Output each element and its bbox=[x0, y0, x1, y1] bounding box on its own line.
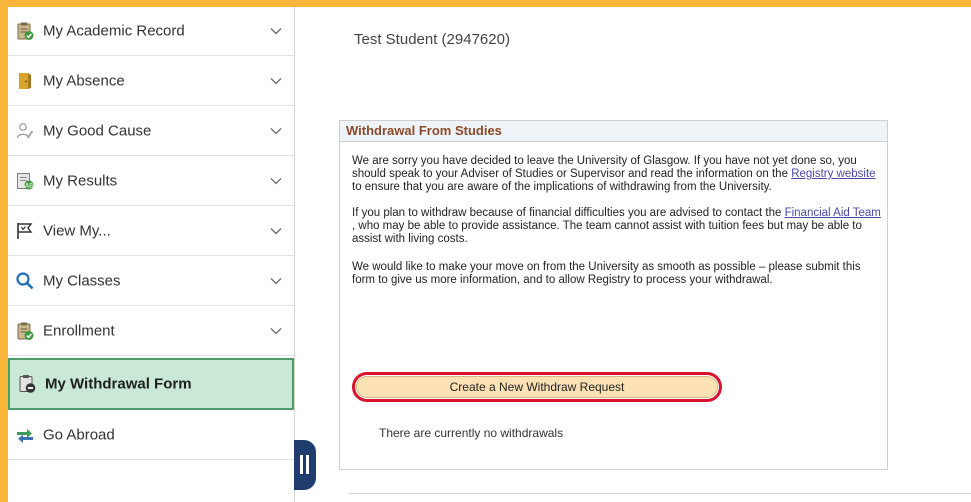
sidebar-item-label: View My... bbox=[43, 222, 111, 240]
intro-paragraph: We are sorry you have decided to leave t… bbox=[352, 155, 882, 194]
chevron-down-icon[interactable] bbox=[270, 76, 282, 86]
clipboard-check-icon bbox=[17, 22, 34, 40]
create-withdraw-request-button[interactable]: Create a New Withdraw Request bbox=[356, 376, 718, 398]
sidebar-item-label: My Academic Record bbox=[43, 22, 185, 40]
chevron-down-icon[interactable] bbox=[270, 326, 282, 336]
chevron-down-icon[interactable] bbox=[270, 126, 282, 136]
sidebar-item-label: My Withdrawal Form bbox=[45, 375, 192, 393]
financial-text-continued: , who may be able to provide assistance.… bbox=[352, 220, 862, 245]
financial-aid-paragraph: If you plan to withdraw because of finan… bbox=[352, 207, 882, 246]
sidebar-item-my-absence[interactable]: My Absence bbox=[8, 57, 294, 106]
panel-title: Withdrawal From Studies bbox=[340, 121, 887, 142]
divider bbox=[349, 493, 971, 494]
svg-text:AB: AB bbox=[25, 183, 33, 190]
door-icon bbox=[19, 73, 31, 89]
financial-aid-team-link[interactable]: Financial Aid Team bbox=[785, 207, 881, 219]
sidebar-item-label: Go Abroad bbox=[43, 426, 115, 444]
exchange-arrows-icon bbox=[17, 429, 33, 443]
intro-text: We are sorry you have decided to leave t… bbox=[352, 155, 857, 180]
person-edit-icon bbox=[16, 123, 34, 139]
sidebar-item-my-good-cause[interactable]: My Good Cause bbox=[8, 107, 294, 156]
chevron-down-icon[interactable] bbox=[270, 176, 282, 186]
sidebar-nav: My Academic Record My Absence My Good Ca… bbox=[8, 7, 295, 502]
clipboard-check-icon bbox=[17, 322, 34, 340]
pause-bar-icon bbox=[306, 455, 309, 474]
intro-text-continued: to ensure that you are aware of the impl… bbox=[352, 181, 772, 193]
sidebar-item-my-classes[interactable]: My Classes bbox=[8, 257, 294, 306]
sidebar-item-label: Enrollment bbox=[43, 322, 115, 340]
registry-website-link[interactable]: Registry website bbox=[791, 168, 875, 180]
sidebar-item-my-withdrawal-form[interactable]: My Withdrawal Form bbox=[8, 358, 294, 410]
search-icon bbox=[16, 272, 34, 290]
withdrawal-panel: Withdrawal From Studies We are sorry you… bbox=[339, 120, 888, 470]
sidebar-item-my-academic-record[interactable]: My Academic Record bbox=[8, 7, 294, 56]
student-name: Test Student (2947620) bbox=[354, 31, 510, 48]
chevron-down-icon[interactable] bbox=[270, 26, 282, 36]
financial-text: If you plan to withdraw because of finan… bbox=[352, 207, 785, 219]
pause-bar-icon bbox=[300, 455, 303, 474]
flag-icon bbox=[17, 223, 33, 239]
sidebar-item-enrollment[interactable]: Enrollment bbox=[8, 307, 294, 356]
sidebar-item-label: My Good Cause bbox=[43, 122, 152, 140]
withdrawal-form-icon bbox=[19, 375, 36, 393]
info-paragraph: We would like to make your move on from … bbox=[352, 261, 861, 286]
sidebar-item-label: My Absence bbox=[43, 72, 125, 90]
sidebar-item-go-abroad[interactable]: Go Abroad bbox=[8, 411, 294, 460]
sidebar-collapse-handle[interactable] bbox=[294, 440, 316, 490]
results-icon: AB bbox=[17, 173, 34, 190]
empty-state-text: There are currently no withdrawals bbox=[379, 426, 564, 440]
app-frame: My Academic Record My Absence My Good Ca… bbox=[8, 7, 971, 502]
sidebar-item-label: My Classes bbox=[43, 272, 121, 290]
chevron-down-icon[interactable] bbox=[270, 276, 282, 286]
sidebar-item-my-results[interactable]: AB My Results bbox=[8, 157, 294, 206]
chevron-down-icon[interactable] bbox=[270, 226, 282, 236]
sidebar-item-label: My Results bbox=[43, 172, 118, 190]
sidebar-item-view-my[interactable]: View My... bbox=[8, 207, 294, 256]
